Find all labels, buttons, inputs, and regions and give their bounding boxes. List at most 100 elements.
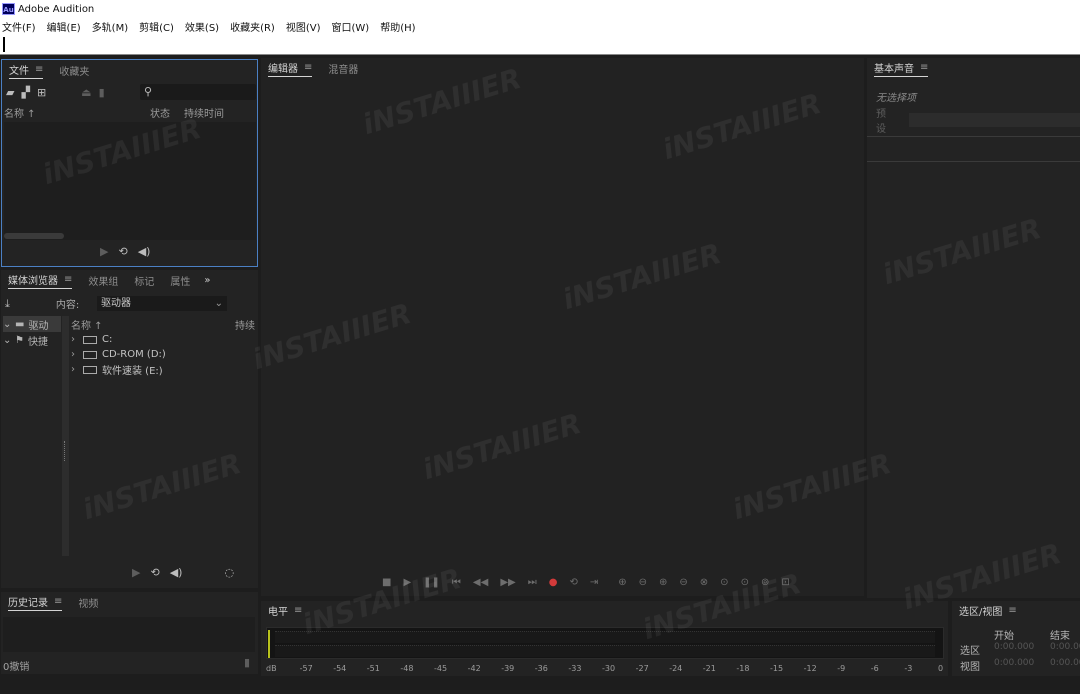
preset-label: 预设 [876, 109, 886, 135]
files-list[interactable] [4, 122, 256, 240]
record-icon[interactable]: ● [549, 577, 558, 589]
zoom-out-point-icon[interactable]: ⊙ [741, 577, 749, 589]
tab-selection-view[interactable]: 选区/视图 ≡ [959, 603, 1017, 619]
view-end-field[interactable]: 0:00.000 [1050, 658, 1080, 673]
new-file-icon[interactable]: ⊞ [37, 87, 46, 99]
toolbar-caret [3, 37, 5, 52]
menu-view[interactable]: 视图(V) [286, 19, 321, 34]
loop-icon[interactable]: ⟲ [569, 577, 577, 589]
zoom-in-time-icon[interactable]: ⊕ [659, 577, 667, 589]
zoom-out-time-icon[interactable]: ⊖ [679, 577, 687, 589]
tree-item-shortcuts[interactable]: ⌄ ⚑ 快捷 [3, 332, 61, 348]
drive-item-c[interactable]: › C: [71, 332, 255, 347]
delete-icon[interactable]: ▮ [244, 657, 250, 669]
insert-icon[interactable]: ⏏ [81, 87, 91, 99]
open-file-icon[interactable]: ▰ [6, 87, 14, 99]
zoom-in-amplitude-icon[interactable]: ⊕ [618, 577, 626, 589]
preset-select[interactable] [909, 113, 1080, 127]
selection-start-field[interactable]: 0:00.000 [994, 642, 1050, 657]
play-icon[interactable]: ▶ [403, 577, 411, 589]
tree-splitter[interactable] [62, 316, 69, 556]
panel-menu-icon[interactable]: ≡ [294, 605, 302, 616]
chevron-right-icon[interactable]: › [71, 364, 83, 375]
play-icon[interactable]: ▶ [132, 567, 140, 579]
zoom-out-full-icon[interactable]: ⊗ [700, 577, 708, 589]
panel-menu-icon[interactable]: ≡ [1008, 605, 1016, 616]
skip-selection-icon[interactable]: ⇥ [590, 577, 598, 589]
menu-clip[interactable]: 剪辑(C) [139, 19, 174, 34]
tab-favorites[interactable]: 收藏夹 [59, 63, 89, 78]
loop-icon[interactable]: ⟲ [150, 567, 159, 579]
zoom-selection-icon[interactable]: ⊚ [761, 577, 769, 589]
zoom-tracks-icon[interactable]: ⊡ [781, 577, 789, 589]
stop-icon[interactable]: ■ [382, 577, 391, 589]
import-to-files-icon[interactable]: ⤓ [5, 297, 10, 310]
history-list[interactable] [3, 617, 255, 652]
content-label: 内容: [55, 300, 80, 311]
horizontal-scrollbar[interactable] [4, 233, 64, 239]
selection-end-field[interactable]: 0:00.000 [1050, 642, 1080, 657]
rewind-icon[interactable]: ◀◀ [473, 577, 488, 589]
drive-item-d[interactable]: › CD-ROM (D:) [71, 347, 255, 362]
tab-editor[interactable]: 编辑器 ≡ [268, 60, 313, 77]
menu-window[interactable]: 窗口(W) [332, 19, 370, 34]
scale-tick-label: -3 [904, 664, 913, 673]
chevron-down-icon[interactable]: ⌄ [3, 319, 15, 330]
column-status[interactable]: 状态 [150, 105, 184, 120]
panel-menu-icon[interactable]: ≡ [35, 64, 43, 75]
autoplay-speaker-icon[interactable]: ◀) [138, 246, 151, 258]
view-start-field[interactable]: 0:00.000 [994, 658, 1050, 673]
tree-item-drives[interactable]: ⌄ ▬ 驱动 [3, 316, 61, 332]
menu-multitrack[interactable]: 多轨(M) [92, 19, 128, 34]
scale-tick-label: -33 [568, 664, 582, 673]
tab-markers[interactable]: 标记 [134, 273, 154, 288]
column-duration[interactable]: 持续时间 [184, 105, 224, 120]
skip-to-end-icon[interactable]: ⏭ [528, 577, 537, 589]
more-tabs-icon[interactable]: » [204, 275, 210, 286]
files-panel: 文件 ≡ 收藏夹 ▰ ▞ ⊞ ⏏ ▮ ⚲ 名称 ↑ 状态 持续时间 ▶ ⟲ ◀) [1, 59, 258, 267]
zoom-out-amplitude-icon[interactable]: ⊖ [639, 577, 647, 589]
drive-item-e[interactable]: › 软件速装 (E:) [71, 362, 255, 377]
tab-media-browser[interactable]: 媒体浏览器 ≡ [8, 272, 73, 289]
scale-tick-label: 0 [938, 664, 944, 673]
tab-essential-sound[interactable]: 基本声音 ≡ [874, 60, 929, 77]
waveform-canvas[interactable] [263, 80, 862, 570]
autoplay-speaker-icon[interactable]: ◀) [170, 567, 183, 579]
fast-forward-icon[interactable]: ▶▶ [500, 577, 515, 589]
tab-video[interactable]: 视频 [78, 595, 98, 610]
undo-count: 0撤销 [3, 662, 30, 673]
content-select[interactable]: 驱动器 ⌄ [97, 296, 227, 311]
tab-history[interactable]: 历史记录 ≡ [8, 594, 63, 611]
menu-favorites[interactable]: 收藏夹(R) [230, 19, 275, 34]
chevron-down-icon[interactable]: ⌄ [3, 335, 15, 346]
loop-icon[interactable]: ⟲ [118, 246, 127, 258]
panel-menu-icon[interactable]: ≡ [920, 62, 928, 73]
tab-mixer[interactable]: 混音器 [328, 61, 358, 76]
menu-help[interactable]: 帮助(H) [380, 19, 415, 34]
divider [867, 161, 1080, 162]
tab-effects-rack[interactable]: 效果组 [88, 273, 118, 288]
import-file-icon[interactable]: ▞ [21, 87, 29, 99]
selection-view-column-headers: 开始 结束 [960, 627, 1080, 642]
zoom-in-point-icon[interactable]: ⊙ [720, 577, 728, 589]
chevron-right-icon[interactable]: › [71, 334, 83, 345]
tab-files[interactable]: 文件 ≡ [9, 62, 44, 79]
pause-icon[interactable]: ❚❚ [423, 577, 440, 589]
column-name[interactable]: 名称 ↑ [71, 317, 235, 332]
delete-icon[interactable]: ▮ [99, 87, 105, 99]
panel-menu-icon[interactable]: ≡ [64, 274, 72, 285]
skip-to-start-icon[interactable]: ⏮ [452, 577, 461, 589]
files-search-input[interactable]: ⚲ [140, 84, 256, 100]
panel-menu-icon[interactable]: ≡ [304, 62, 312, 73]
column-name[interactable]: 名称 ↑ [4, 105, 150, 120]
column-duration[interactable]: 持续 [235, 317, 255, 332]
column-start: 开始 [994, 631, 1014, 642]
play-icon[interactable]: ▶ [100, 246, 108, 258]
menu-edit[interactable]: 编辑(E) [47, 19, 81, 34]
tab-properties[interactable]: 属性 [170, 273, 190, 288]
menu-file[interactable]: 文件(F) [2, 19, 36, 34]
tab-levels[interactable]: 电平 ≡ [268, 603, 302, 619]
menu-effects[interactable]: 效果(S) [185, 19, 219, 34]
panel-menu-icon[interactable]: ≡ [54, 596, 62, 607]
chevron-right-icon[interactable]: › [71, 349, 83, 360]
